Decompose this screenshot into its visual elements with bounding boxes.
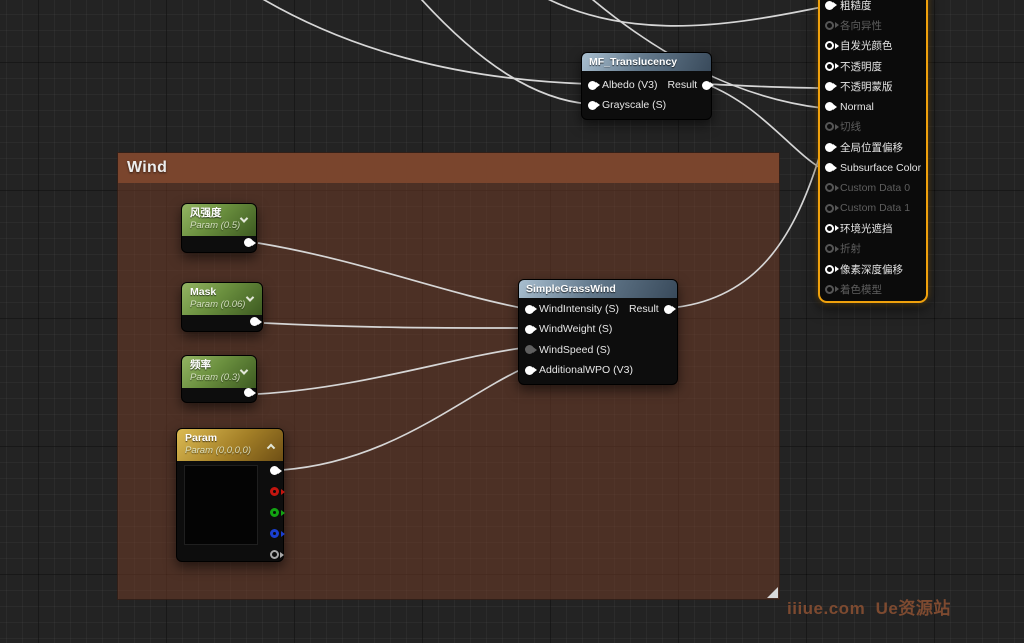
pin-input-customdata0[interactable] <box>825 183 834 192</box>
node-param-vector[interactable]: Param Param (0,0,0,0) <box>176 428 284 562</box>
node-header[interactable]: MF_Translucency <box>582 53 711 71</box>
wire-to-albedo[interactable] <box>225 0 589 84</box>
node-param-mask[interactable]: Mask Param (0.06) <box>181 282 263 332</box>
pin-input-ambientocclusion[interactable] <box>825 224 834 233</box>
collapse-button[interactable] <box>237 365 251 379</box>
node-title: SimpleGrassWind <box>526 283 616 295</box>
node-subtitle: Param (0,0,0,0) <box>185 445 275 457</box>
collapse-button[interactable] <box>243 292 257 306</box>
node-param-frequency[interactable]: 频率 Param (0.3) <box>181 355 257 403</box>
node-title: MF_Translucency <box>589 56 677 68</box>
resize-handle-icon[interactable] <box>767 587 778 598</box>
pin-input-normal[interactable] <box>825 102 834 111</box>
pin-input-customdata1[interactable] <box>825 204 834 213</box>
pin-output-r[interactable] <box>270 487 279 496</box>
pin-input-anisotropy[interactable] <box>825 21 834 30</box>
pin-input-tangent[interactable] <box>825 122 834 131</box>
pin-input-windintensity[interactable] <box>525 305 534 314</box>
output-pin-column <box>270 466 279 559</box>
node-param-windstrength[interactable]: 风强度 Param (0.5) <box>181 203 257 253</box>
node-header[interactable]: Param Param (0,0,0,0) <box>177 429 283 461</box>
pin-output[interactable] <box>250 317 259 326</box>
pin-input-opacity[interactable] <box>825 62 834 71</box>
pin-input-opacitymask[interactable] <box>825 82 834 91</box>
pin-output[interactable] <box>244 238 253 247</box>
collapse-button[interactable] <box>237 213 251 227</box>
pin-input-windspeed[interactable] <box>525 345 534 354</box>
pin-output-rgb[interactable] <box>270 466 279 475</box>
chevron-up-icon <box>267 444 275 452</box>
pin-input-roughness[interactable] <box>825 1 834 10</box>
chevron-down-icon <box>240 366 248 374</box>
watermark: iiiue.com Ue资源站 <box>787 594 951 619</box>
wire-result-to-opacitymask[interactable] <box>706 84 822 88</box>
node-header[interactable]: 风强度 Param (0.5) <box>182 204 256 236</box>
node-title: Param <box>185 432 275 445</box>
node-mf-translucency[interactable]: MF_Translucency Albedo (V3) Result Grays… <box>581 52 712 120</box>
collapse-button[interactable] <box>264 438 278 452</box>
pin-input-additionalwpo[interactable] <box>525 366 534 375</box>
pin-input-windweight[interactable] <box>525 325 534 334</box>
pin-input-grayscale[interactable] <box>588 101 597 110</box>
pin-output[interactable] <box>244 388 253 397</box>
pin-output-result[interactable] <box>664 305 673 314</box>
chevron-down-icon <box>240 214 248 222</box>
node-header[interactable]: 频率 Param (0.3) <box>182 356 256 388</box>
node-simplegrasswind[interactable]: SimpleGrassWind WindIntensity (S) Result… <box>518 279 678 385</box>
comment-title-bar[interactable]: Wind <box>118 153 779 183</box>
pin-output-a[interactable] <box>270 550 279 559</box>
pin-input-emissive[interactable] <box>825 41 834 50</box>
node-header[interactable]: Mask Param (0.06) <box>182 283 262 315</box>
pin-input-pixeldepthoffset[interactable] <box>825 265 834 274</box>
pin-output-g[interactable] <box>270 508 279 517</box>
comment-title: Wind <box>127 159 167 177</box>
pin-output-b[interactable] <box>270 529 279 538</box>
wire-to-grayscale[interactable] <box>400 0 589 104</box>
pin-input-refraction[interactable] <box>825 244 834 253</box>
chevron-down-icon <box>246 293 254 301</box>
pin-input-shadingmodel[interactable] <box>825 285 834 294</box>
node-material-output[interactable]: 粗糙度 各向异性 自发光颜色 不透明度 不透明蒙版 Normal <box>818 0 928 303</box>
color-preview <box>184 465 258 545</box>
pin-output-result[interactable] <box>702 81 711 90</box>
pin-input-albedo[interactable] <box>588 81 597 90</box>
graph-canvas[interactable]: Wind 风强度 Param (0.5) Mask Param (0.06) <box>0 0 1024 643</box>
wire-to-roughness[interactable] <box>515 0 822 26</box>
pin-input-worldpositionoffset[interactable] <box>825 143 834 152</box>
pin-input-subsurfacecolor[interactable] <box>825 163 834 172</box>
node-header[interactable]: SimpleGrassWind <box>519 280 677 298</box>
